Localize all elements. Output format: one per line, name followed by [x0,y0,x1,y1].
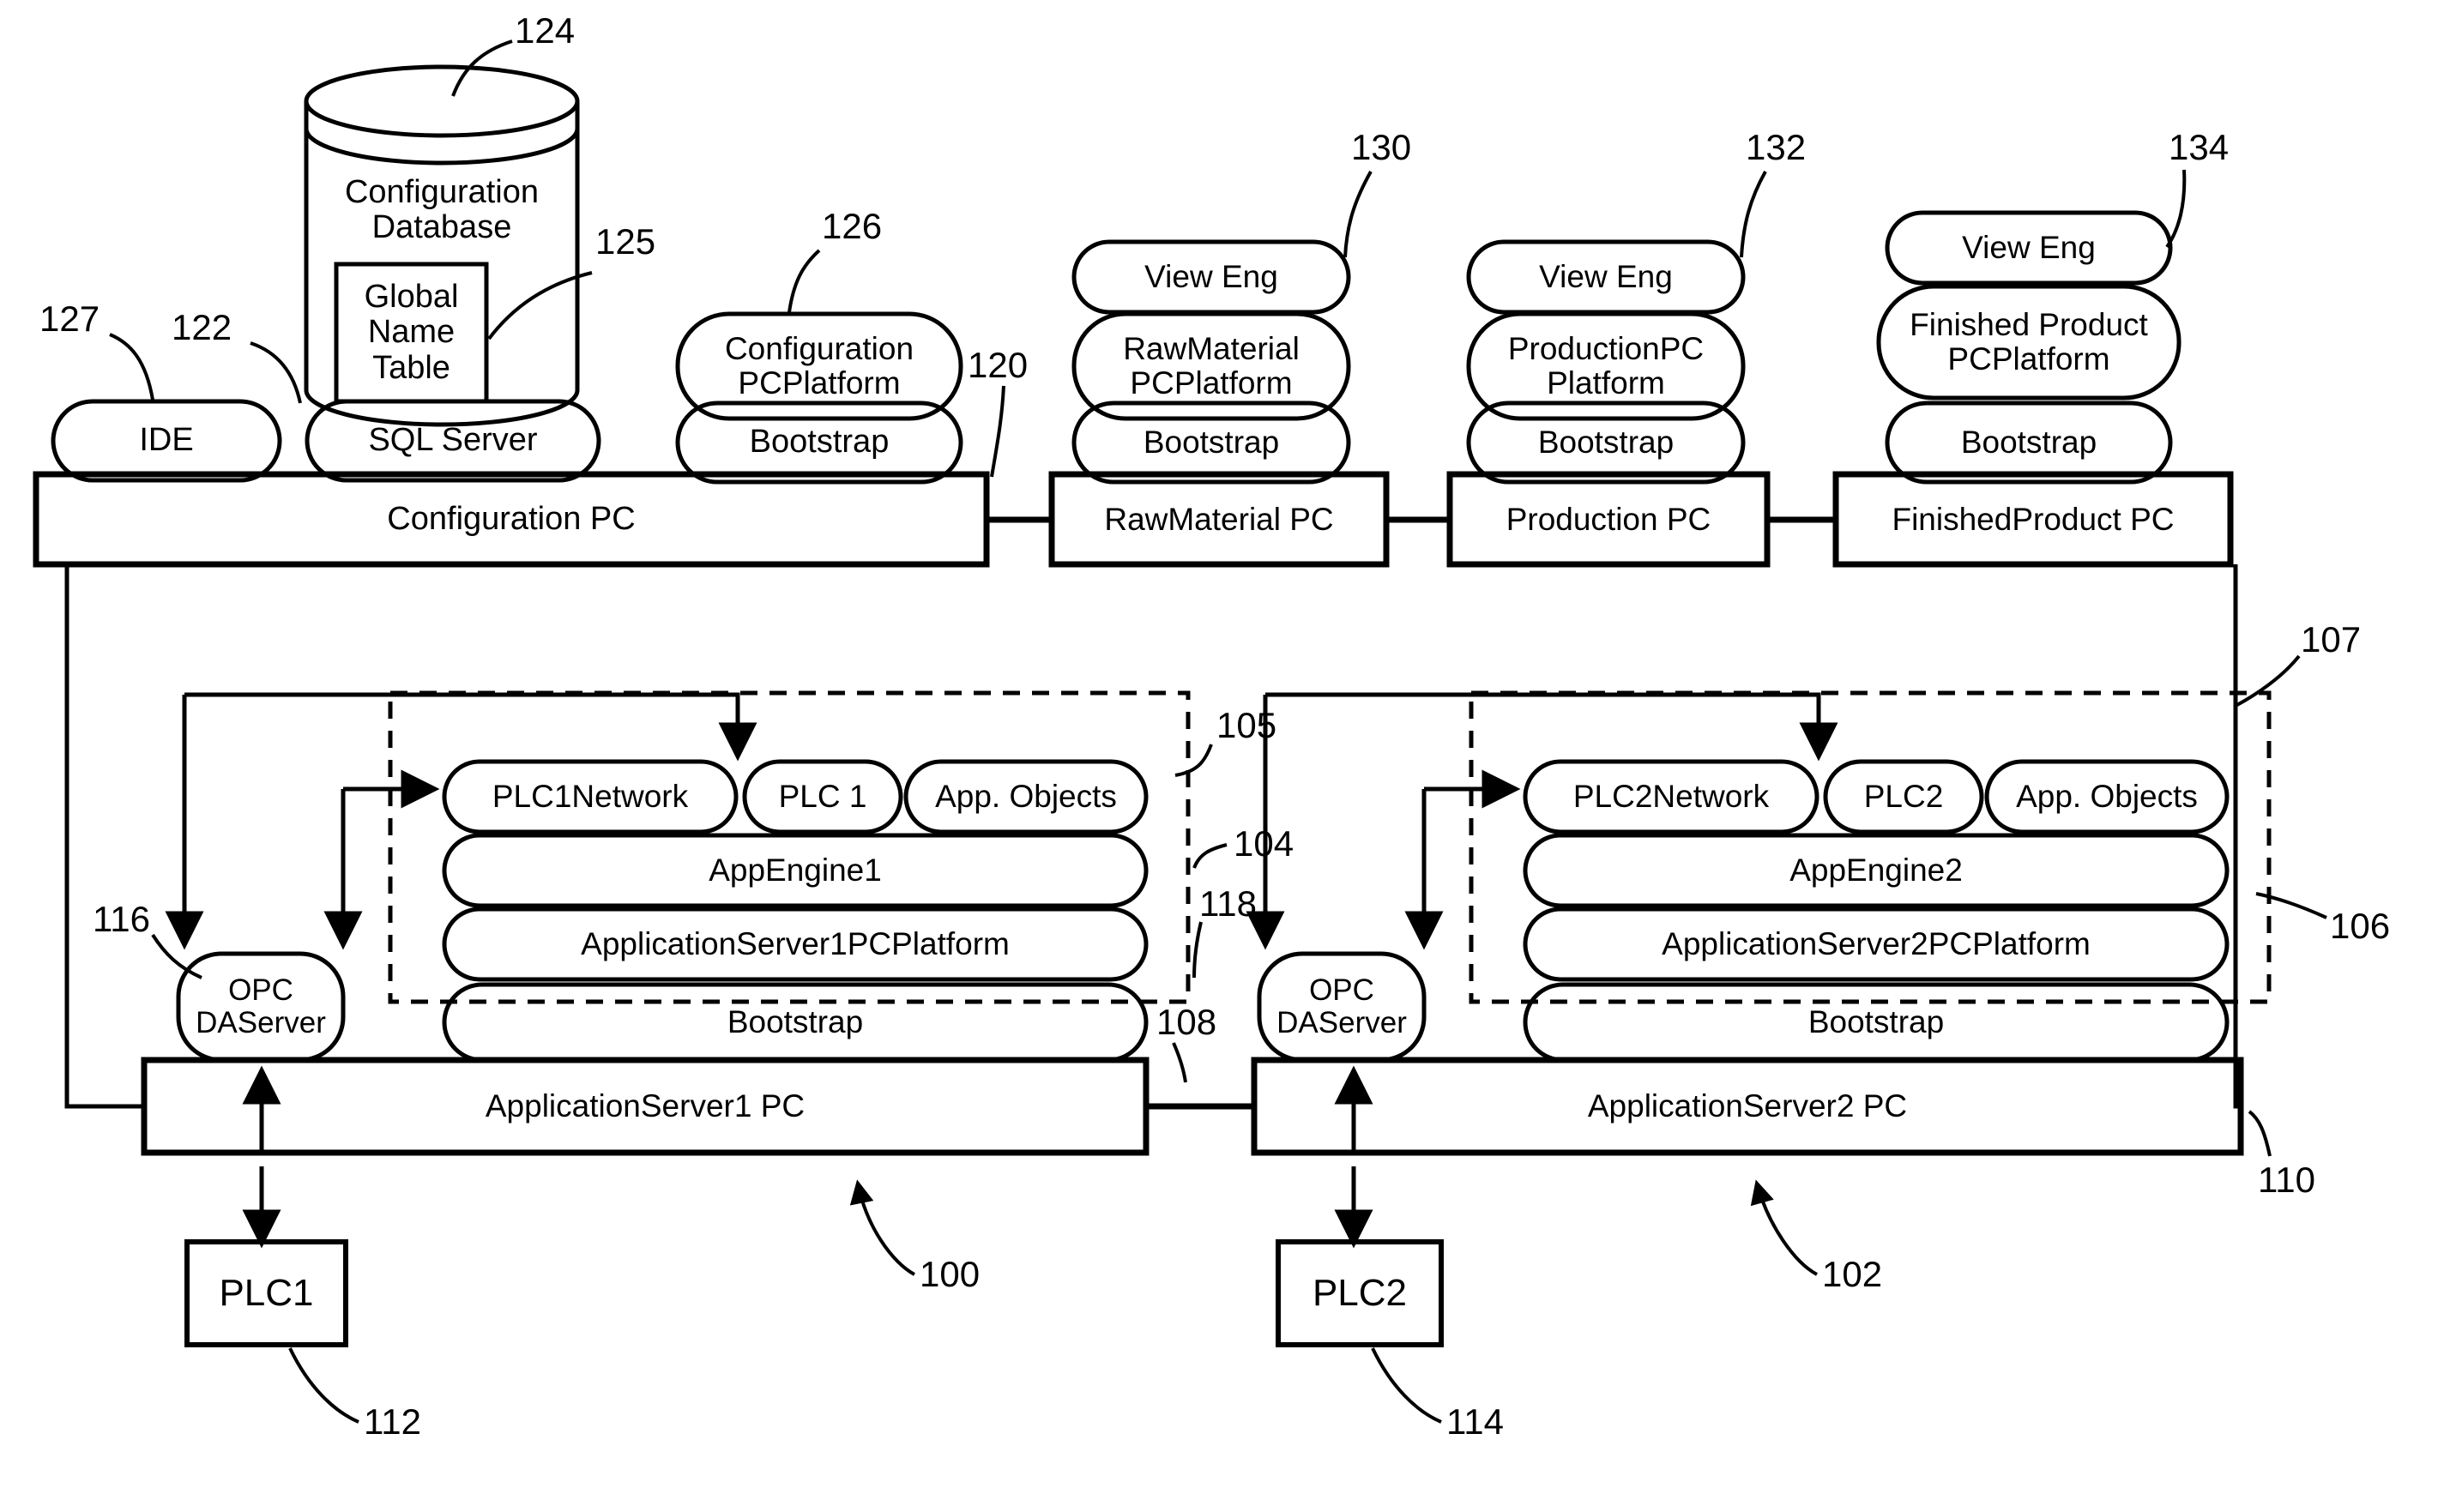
refnum-125: 125 [595,221,656,262]
leader-132 [1740,171,1767,258]
appserver1-bootstrap-label: Bootstrap [727,1004,864,1040]
leader-122 [250,341,302,404]
plc1-device-label: PLC1 [219,1272,314,1315]
plc2-label: PLC2 [1863,779,1944,815]
refnum-118: 118 [1199,883,1257,924]
finishedproduct-pc-right-bus [2233,564,2241,1109]
leader-126 [788,249,821,313]
sql-server-label: SQL Server [368,422,538,459]
refnum-100: 100 [920,1254,981,1294]
appengine1-label: AppEngine1 [709,852,882,889]
config-bootstrap-label: Bootstrap [749,424,890,461]
leader-105 [1174,744,1213,777]
leader-100 [849,1179,915,1276]
plc1network-label: PLC1Network [492,779,689,815]
leader-106 [2255,892,2327,919]
rawmaterial-bootstrap-label: Bootstrap [1143,425,1280,461]
refnum-120: 120 [968,345,1029,385]
appserver2-bootstrap-label: Bootstrap [1807,1004,1945,1040]
configuration-database-label: Configuration Database [344,173,540,245]
refnum-104: 104 [1234,823,1294,864]
arrow-as1-top-to-plc1 [184,692,757,762]
refnum-105: 105 [1216,705,1277,745]
leader-130 [1343,171,1373,258]
plc1-label: PLC 1 [778,779,867,815]
refnum-132: 132 [1746,127,1807,167]
leader-118 [1192,921,1203,979]
refnum-108: 108 [1156,1002,1217,1042]
refnum-112: 112 [364,1401,421,1442]
production-pc-label: Production PC [1506,501,1711,537]
appserver1-pcplatform-label: ApplicationServer1PCPlatform [581,926,1010,962]
appserver2-pcplatform-label: ApplicationServer2PCPlatform [1662,926,2091,962]
finishedproduct-pcplatform-label: Finished Product PCPlatform [1910,307,2148,376]
leader-120 [990,385,1005,478]
configuration-pc-label: Configuration PC [387,500,636,537]
rawmaterial-pc-label: RawMaterial PC [1104,501,1334,537]
config-pc-left-bus [64,564,144,1109]
leader-108 [1172,1042,1187,1083]
global-name-table-label: Global Name Table [364,279,459,386]
refnum-124: 124 [515,10,576,51]
leader-114 [1371,1347,1442,1424]
refnum-116: 116 [93,899,150,939]
refnum-126: 126 [822,206,883,246]
leader-127 [109,333,154,401]
plc2network-label: PLC2Network [1572,779,1770,815]
applicationserver1-pc-label: ApplicationServer1 PC [485,1088,806,1124]
refnum-130: 130 [1351,127,1412,167]
plc2-device-label: PLC2 [1312,1272,1408,1315]
leader-110 [2248,1110,2272,1157]
leader-104 [1192,843,1228,869]
refnum-134: 134 [2169,127,2230,167]
appobjects2-label: App. Objects [2016,779,2198,815]
finishedproduct-bootstrap-label: Bootstrap [1960,425,2097,461]
rawmaterial-view-eng-label: View Eng [1144,259,1278,295]
production-view-eng-label: View Eng [1539,259,1673,295]
leader-102 [1750,1179,1818,1276]
finishedproduct-pc-label: FinishedProduct PC [1892,501,2175,537]
refnum-114: 114 [1446,1401,1504,1442]
patent-figure-canvas: Configuration Database Global Name Table… [0,0,2438,1512]
appengine2-label: AppEngine2 [1789,852,1963,889]
opc-daserver1-label: OPC DAServer [196,973,326,1039]
applicationserver2-pc-label: ApplicationServer2 PC [1587,1088,1908,1124]
refnum-106: 106 [2330,906,2391,946]
finishedproduct-view-eng-label: View Eng [1962,230,2096,266]
refnum-127: 127 [39,298,100,339]
arrow-as2-top-to-plc2 [1265,692,1838,762]
refnum-107: 107 [2301,619,2362,660]
opc-daserver2-label: OPC DAServer [1276,973,1407,1039]
ide-label: IDE [139,422,194,459]
leader-112 [288,1347,359,1424]
appobjects1-label: App. Objects [935,779,1117,815]
production-bootstrap-label: Bootstrap [1537,425,1675,461]
refnum-110: 110 [2258,1160,2315,1200]
refnum-102: 102 [1822,1254,1883,1294]
refnum-122: 122 [172,307,232,347]
